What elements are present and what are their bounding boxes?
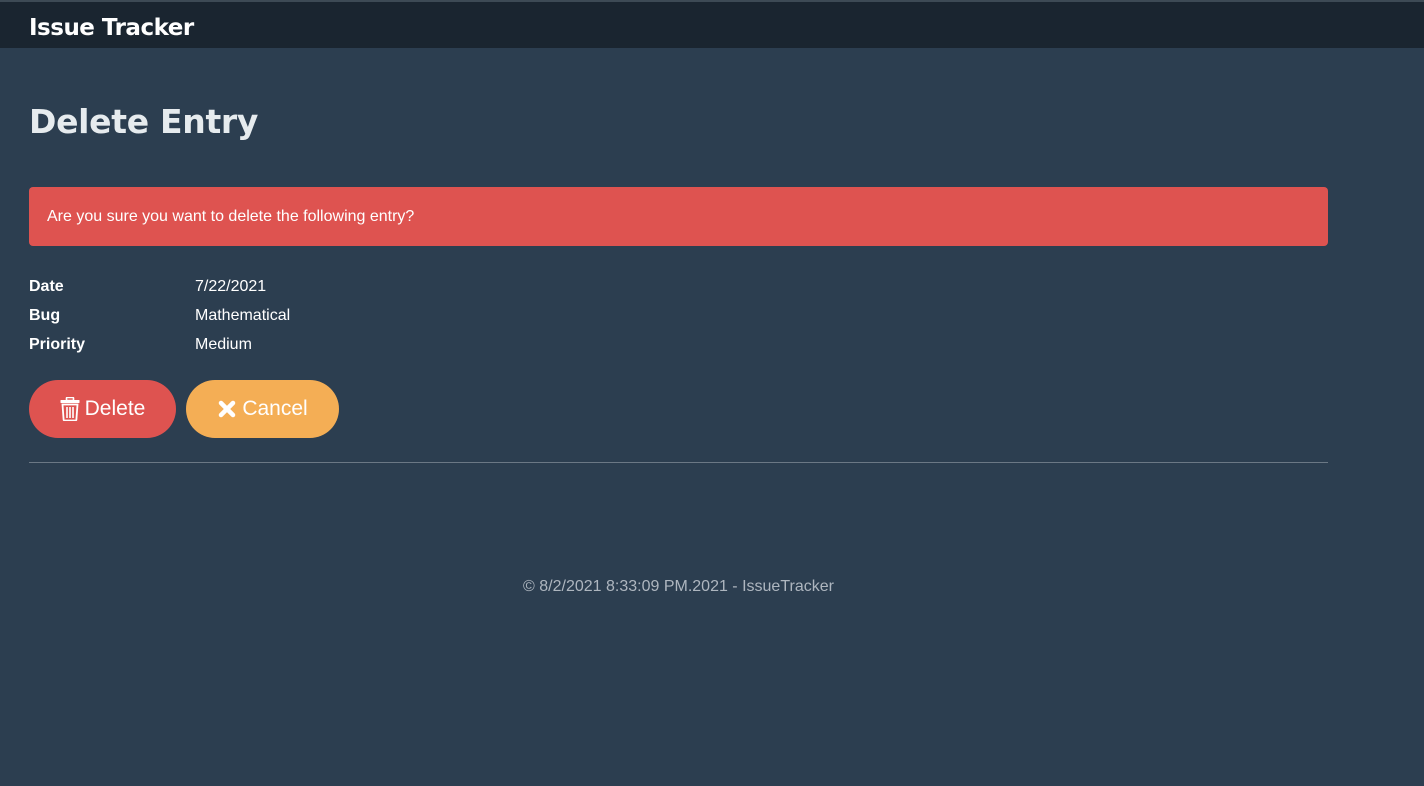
delete-confirmation-alert: Are you sure you want to delete the foll… xyxy=(29,187,1328,246)
close-icon xyxy=(217,399,237,419)
detail-label: Bug xyxy=(29,306,61,324)
entry-details: Date 7/22/2021 Bug Mathematical Priority… xyxy=(29,272,290,359)
detail-label: Priority xyxy=(29,335,86,353)
divider xyxy=(29,462,1328,463)
delete-button[interactable]: Delete xyxy=(29,380,176,438)
detail-row-date: Date 7/22/2021 xyxy=(29,272,290,301)
page-title: Delete Entry xyxy=(29,102,259,141)
detail-label: Date xyxy=(29,277,64,295)
cancel-button-label: Cancel xyxy=(242,397,308,420)
detail-value: Mathematical xyxy=(195,306,291,324)
delete-button-label: Delete xyxy=(84,397,146,420)
detail-value: 7/22/2021 xyxy=(195,277,267,295)
navbar: Issue Tracker xyxy=(0,2,1424,48)
detail-row-bug: Bug Mathematical xyxy=(29,301,290,330)
detail-value: Medium xyxy=(195,335,252,353)
footer-text: © 8/2/2021 8:33:09 PM.2021 - IssueTracke… xyxy=(523,578,834,595)
trash-icon xyxy=(60,397,80,421)
brand-link[interactable]: Issue Tracker xyxy=(29,17,194,40)
alert-message: Are you sure you want to delete the foll… xyxy=(47,207,415,225)
footer: © 8/2/2021 8:33:09 PM.2021 - IssueTracke… xyxy=(0,578,1357,596)
cancel-button[interactable]: Cancel xyxy=(186,380,339,438)
detail-row-priority: Priority Medium xyxy=(29,330,290,359)
